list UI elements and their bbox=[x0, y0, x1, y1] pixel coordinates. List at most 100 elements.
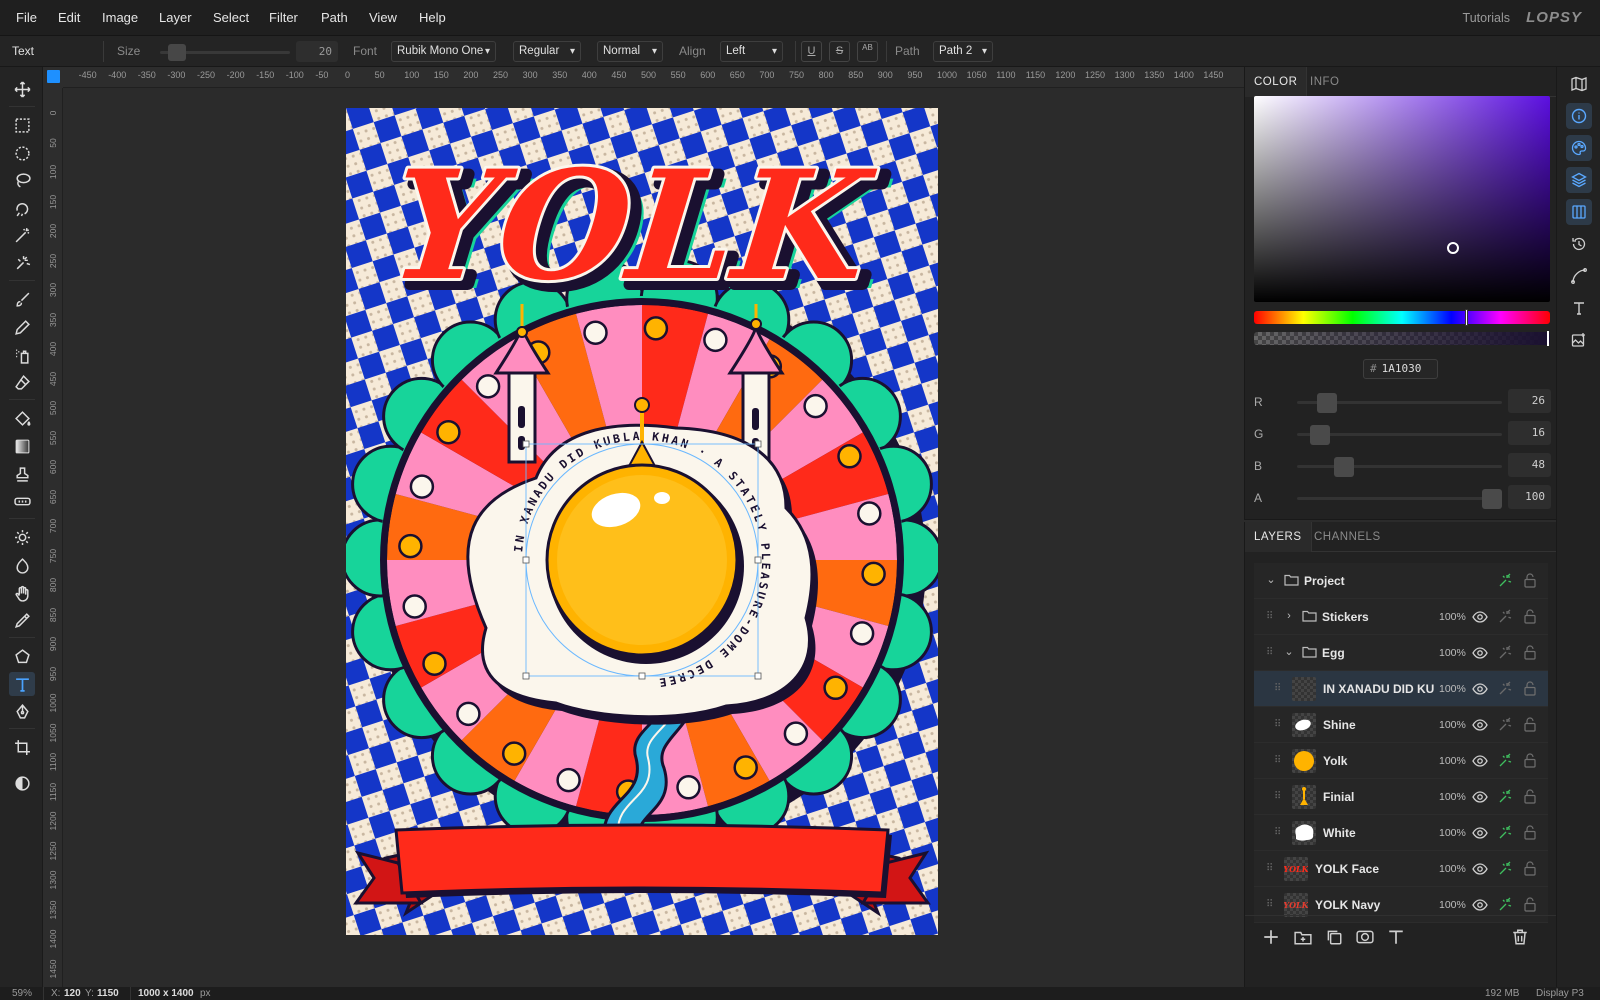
layer-name[interactable]: Project bbox=[1304, 563, 1345, 599]
alpha-slider[interactable] bbox=[1254, 331, 1550, 346]
canvas-workspace[interactable]: IN XANADU DID KUBLA KHAN · A STATELY PLE… bbox=[63, 88, 1244, 987]
effects-icon[interactable] bbox=[1498, 717, 1513, 732]
channel-g-value[interactable]: 16 bbox=[1508, 421, 1551, 445]
layer-list[interactable]: ⌄ Project ⠿ › Stickers 100% ⠿ ⌄ Egg 100% ⠿ IN XANAD… bbox=[1254, 563, 1548, 933]
channel-g-knob[interactable] bbox=[1310, 425, 1330, 445]
burn-tool[interactable] bbox=[9, 553, 35, 577]
tutorials-link[interactable]: Tutorials bbox=[1463, 0, 1510, 36]
lasso-tool[interactable] bbox=[9, 168, 35, 192]
layer-row[interactable]: ⌄ Project bbox=[1254, 563, 1548, 599]
shape-tool[interactable] bbox=[9, 644, 35, 668]
drag-handle-icon[interactable]: ⠿ bbox=[1266, 899, 1274, 911]
zoom-level[interactable]: 59% bbox=[12, 987, 32, 1000]
hand-tool[interactable] bbox=[9, 581, 35, 605]
effects-icon[interactable] bbox=[1498, 825, 1513, 840]
layer-row[interactable]: ⠿ ⌄ Egg 100% bbox=[1254, 635, 1548, 671]
drag-handle-icon[interactable]: ⠿ bbox=[1266, 611, 1274, 623]
pen-tool[interactable] bbox=[9, 699, 35, 723]
strikethrough-button[interactable]: S bbox=[829, 41, 850, 62]
tab-layers[interactable]: LAYERS bbox=[1245, 522, 1312, 552]
history-button[interactable] bbox=[1566, 231, 1592, 257]
drag-handle-icon[interactable]: ⠿ bbox=[1274, 755, 1282, 767]
tab-info[interactable]: INFO bbox=[1301, 67, 1348, 97]
layer-name[interactable]: IN XANADU DID KU bbox=[1323, 671, 1434, 707]
channel-r-value[interactable]: 26 bbox=[1508, 389, 1551, 413]
chevron-down-icon[interactable]: ⌄ bbox=[1282, 645, 1296, 659]
lock-icon[interactable] bbox=[1524, 717, 1536, 732]
layer-name[interactable]: Finial bbox=[1323, 779, 1354, 815]
effects-icon[interactable] bbox=[1498, 897, 1513, 912]
eye-icon[interactable] bbox=[1472, 826, 1488, 840]
text-layer-icon[interactable] bbox=[1387, 928, 1405, 946]
move-tool[interactable] bbox=[9, 77, 35, 101]
lock-icon[interactable] bbox=[1524, 789, 1536, 804]
weight-select[interactable]: Regular ▾ bbox=[513, 41, 581, 62]
lock-icon[interactable] bbox=[1524, 825, 1536, 840]
effects-icon[interactable] bbox=[1498, 609, 1513, 624]
eye-icon[interactable] bbox=[1472, 718, 1488, 732]
effects-icon[interactable] bbox=[1498, 573, 1513, 588]
layer-name[interactable]: Egg bbox=[1322, 635, 1345, 671]
layer-row[interactable]: ⠿ Finial 100% bbox=[1254, 779, 1548, 815]
add-layer-icon[interactable] bbox=[1262, 928, 1280, 946]
mask-icon[interactable] bbox=[1356, 928, 1374, 946]
gradient-tool[interactable] bbox=[9, 434, 35, 458]
saturation-value-picker[interactable] bbox=[1254, 96, 1550, 302]
menu-filter[interactable]: Filter bbox=[269, 0, 298, 36]
drag-handle-icon[interactable]: ⠿ bbox=[1274, 683, 1282, 695]
rect-select-tool[interactable] bbox=[9, 113, 35, 137]
menu-help[interactable]: Help bbox=[419, 0, 446, 36]
contrast-tool[interactable] bbox=[9, 771, 35, 795]
tab-channels[interactable]: CHANNELS bbox=[1305, 522, 1390, 552]
layer-name[interactable]: Shine bbox=[1323, 707, 1356, 743]
brush-tool[interactable] bbox=[9, 287, 35, 311]
text-tool[interactable] bbox=[9, 672, 35, 696]
layer-row[interactable]: ⠿ › Stickers 100% bbox=[1254, 599, 1548, 635]
lock-icon[interactable] bbox=[1524, 645, 1536, 660]
channel-b-knob[interactable] bbox=[1334, 457, 1354, 477]
artboard[interactable]: IN XANADU DID KUBLA KHAN · A STATELY PLE… bbox=[346, 108, 938, 935]
menu-file[interactable]: File bbox=[16, 0, 37, 36]
drag-handle-icon[interactable]: ⠿ bbox=[1266, 647, 1274, 659]
channel-b-value[interactable]: 48 bbox=[1508, 453, 1551, 477]
menu-path[interactable]: Path bbox=[321, 0, 348, 36]
color-picker-cursor[interactable] bbox=[1447, 242, 1459, 254]
eye-icon[interactable] bbox=[1472, 682, 1488, 696]
effects-icon[interactable] bbox=[1498, 753, 1513, 768]
lock-icon[interactable] bbox=[1524, 609, 1536, 624]
ruler-origin-marker[interactable] bbox=[47, 70, 60, 83]
heal-tool[interactable] bbox=[9, 489, 35, 513]
size-value-field[interactable]: 20 bbox=[296, 41, 338, 62]
effects-icon[interactable] bbox=[1498, 861, 1513, 876]
menu-view[interactable]: View bbox=[369, 0, 397, 36]
eye-icon[interactable] bbox=[1472, 898, 1488, 912]
case-button[interactable]: AB bbox=[857, 41, 878, 62]
channel-r-knob[interactable] bbox=[1317, 393, 1337, 413]
layer-name[interactable]: YOLK Face bbox=[1315, 851, 1379, 887]
drag-handle-icon[interactable]: ⠿ bbox=[1274, 719, 1282, 731]
hue-slider[interactable] bbox=[1254, 309, 1550, 326]
channels-button[interactable] bbox=[1566, 199, 1592, 225]
quick-select-tool[interactable] bbox=[9, 251, 35, 275]
eye-icon[interactable] bbox=[1472, 790, 1488, 804]
menu-layer[interactable]: Layer bbox=[159, 0, 192, 36]
effects-icon[interactable] bbox=[1498, 681, 1513, 696]
eye-icon[interactable] bbox=[1472, 862, 1488, 876]
layers-button[interactable] bbox=[1566, 167, 1592, 193]
lock-icon[interactable] bbox=[1524, 753, 1536, 768]
font-select[interactable]: Rubik Mono One ▾ bbox=[391, 41, 496, 62]
size-slider-knob[interactable] bbox=[168, 44, 186, 61]
layer-row[interactable]: ⠿ IN XANADU DID KU 100% bbox=[1254, 671, 1548, 707]
channel-g-slider[interactable] bbox=[1297, 425, 1502, 445]
channel-a-knob[interactable] bbox=[1482, 489, 1502, 509]
eye-icon[interactable] bbox=[1472, 646, 1488, 660]
color-panel-button[interactable] bbox=[1566, 135, 1592, 161]
lock-icon[interactable] bbox=[1524, 573, 1536, 588]
channel-b-slider[interactable] bbox=[1297, 457, 1502, 477]
menu-select[interactable]: Select bbox=[213, 0, 249, 36]
eraser-tool[interactable] bbox=[9, 370, 35, 394]
eye-icon[interactable] bbox=[1472, 610, 1488, 624]
drag-handle-icon[interactable]: ⠿ bbox=[1274, 791, 1282, 803]
dodge-tool[interactable] bbox=[9, 525, 35, 549]
effects-icon[interactable] bbox=[1498, 789, 1513, 804]
